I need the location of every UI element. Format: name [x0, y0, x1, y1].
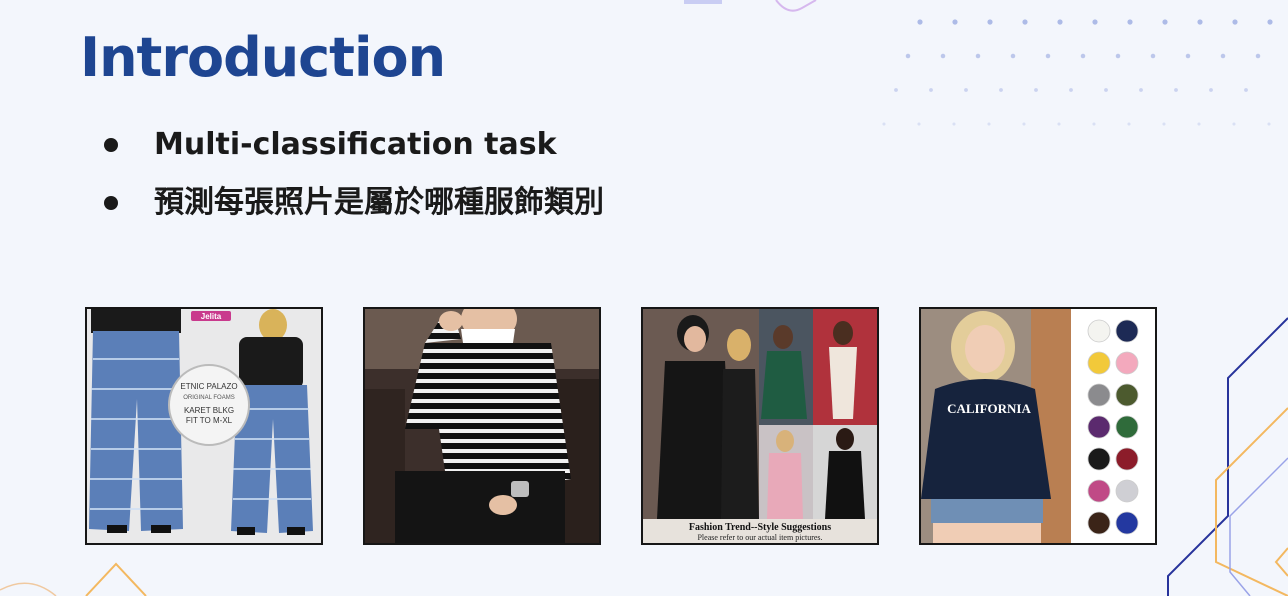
color-swatch — [1087, 479, 1111, 503]
decoration-dot — [1057, 19, 1063, 25]
decoration-dot — [1139, 88, 1143, 92]
color-swatch — [1115, 351, 1139, 375]
decoration-dot — [1127, 122, 1131, 126]
decoration-dot — [1220, 53, 1226, 59]
decoration-dot — [1057, 122, 1061, 126]
decoration-dot — [929, 88, 933, 92]
clothing-photo-sweater — [363, 307, 601, 545]
decoration-dot — [1232, 122, 1236, 126]
decoration-dot — [1045, 53, 1051, 59]
decoration-dot — [917, 19, 923, 25]
color-swatch — [1115, 479, 1139, 503]
decoration-dot — [1197, 19, 1203, 25]
slide-title: Introduction — [80, 26, 446, 89]
decoration-dot — [1244, 88, 1248, 92]
color-swatch — [1115, 383, 1139, 407]
decoration-dot — [987, 19, 993, 25]
bullet-item: Multi-classification task — [98, 118, 604, 176]
bullet-list: Multi-classification task 預測每張照片是屬於哪種服飾類… — [98, 118, 604, 234]
color-swatch — [1087, 351, 1111, 375]
decoration-dot — [940, 53, 946, 59]
decoration-dot — [1267, 122, 1271, 126]
clothing-photo-hoodie: CALIFORNIA — [919, 307, 1157, 545]
top-swirl-decoration — [684, 0, 817, 12]
decoration-dot — [1127, 19, 1133, 25]
bullet-item: 預測每張照片是屬於哪種服飾類別 — [98, 176, 604, 234]
decoration-dot — [952, 19, 958, 25]
bottom-left-decoration — [0, 562, 147, 596]
decoration-dot — [1022, 122, 1026, 126]
decoration-dot — [1034, 88, 1038, 92]
bullet-text: 預測每張照片是屬於哪種服飾類別 — [154, 185, 604, 220]
decoration-dot — [987, 122, 991, 126]
decoration-dot — [1022, 19, 1028, 25]
decoration-dot — [1197, 122, 1201, 126]
decoration-dot — [999, 88, 1003, 92]
decoration-dot — [1162, 19, 1168, 25]
decoration-dot — [1115, 53, 1121, 59]
decoration-dot — [1209, 88, 1213, 92]
decoration-dot — [905, 53, 911, 59]
dot-pattern-decoration — [882, 19, 1273, 126]
badge-line: ETNIC PALAZO — [180, 382, 237, 391]
badge-line: KARET BLKG — [184, 406, 234, 415]
decoration-dot — [1162, 122, 1166, 126]
bullet-dot-icon — [104, 138, 118, 152]
color-swatch — [1087, 447, 1111, 471]
decoration-dot — [894, 88, 898, 92]
clothing-photo-pants: Jelita ETNIC PALAZO ORIGINAL FOAMS KARET… — [85, 307, 323, 545]
decoration-dot — [917, 122, 921, 126]
bullet-text: Multi-classification task — [154, 127, 557, 162]
decoration-dot — [1010, 53, 1016, 59]
decoration-dot — [1080, 53, 1086, 59]
color-swatch — [1115, 511, 1139, 535]
decoration-dot — [975, 53, 981, 59]
color-swatch — [1087, 319, 1111, 343]
color-swatch — [1115, 319, 1139, 343]
decoration-dot — [882, 122, 886, 126]
decoration-dot — [1069, 88, 1073, 92]
brand-label: Jelita — [201, 312, 222, 321]
clothing-photo-dresses: Fashion Trend--Style Suggestions Please … — [641, 307, 879, 545]
decoration-dot — [1174, 88, 1178, 92]
decoration-dot — [1255, 53, 1261, 59]
decoration-dot — [1267, 19, 1273, 25]
decoration-dot — [1232, 19, 1238, 25]
decoration-dot — [964, 88, 968, 92]
hoodie-print-text: CALIFORNIA — [947, 401, 1031, 416]
decoration-dot — [1185, 53, 1191, 59]
color-swatch — [1115, 415, 1139, 439]
color-swatch — [1087, 415, 1111, 439]
color-swatch — [1087, 511, 1111, 535]
decoration-dot — [1092, 19, 1098, 25]
color-swatch — [1087, 383, 1111, 407]
decoration-dot — [1150, 53, 1156, 59]
caption-title: Fashion Trend--Style Suggestions — [689, 522, 831, 533]
badge-line: ORIGINAL FOAMS — [183, 395, 234, 401]
decoration-dot — [1104, 88, 1108, 92]
color-swatch — [1115, 447, 1139, 471]
decoration-dot — [952, 122, 956, 126]
caption-subtitle: Please refer to our actual item pictures… — [697, 533, 822, 542]
bullet-dot-icon — [104, 196, 118, 210]
decoration-dot — [1092, 122, 1096, 126]
badge-line: FIT TO M-XL — [186, 416, 233, 425]
